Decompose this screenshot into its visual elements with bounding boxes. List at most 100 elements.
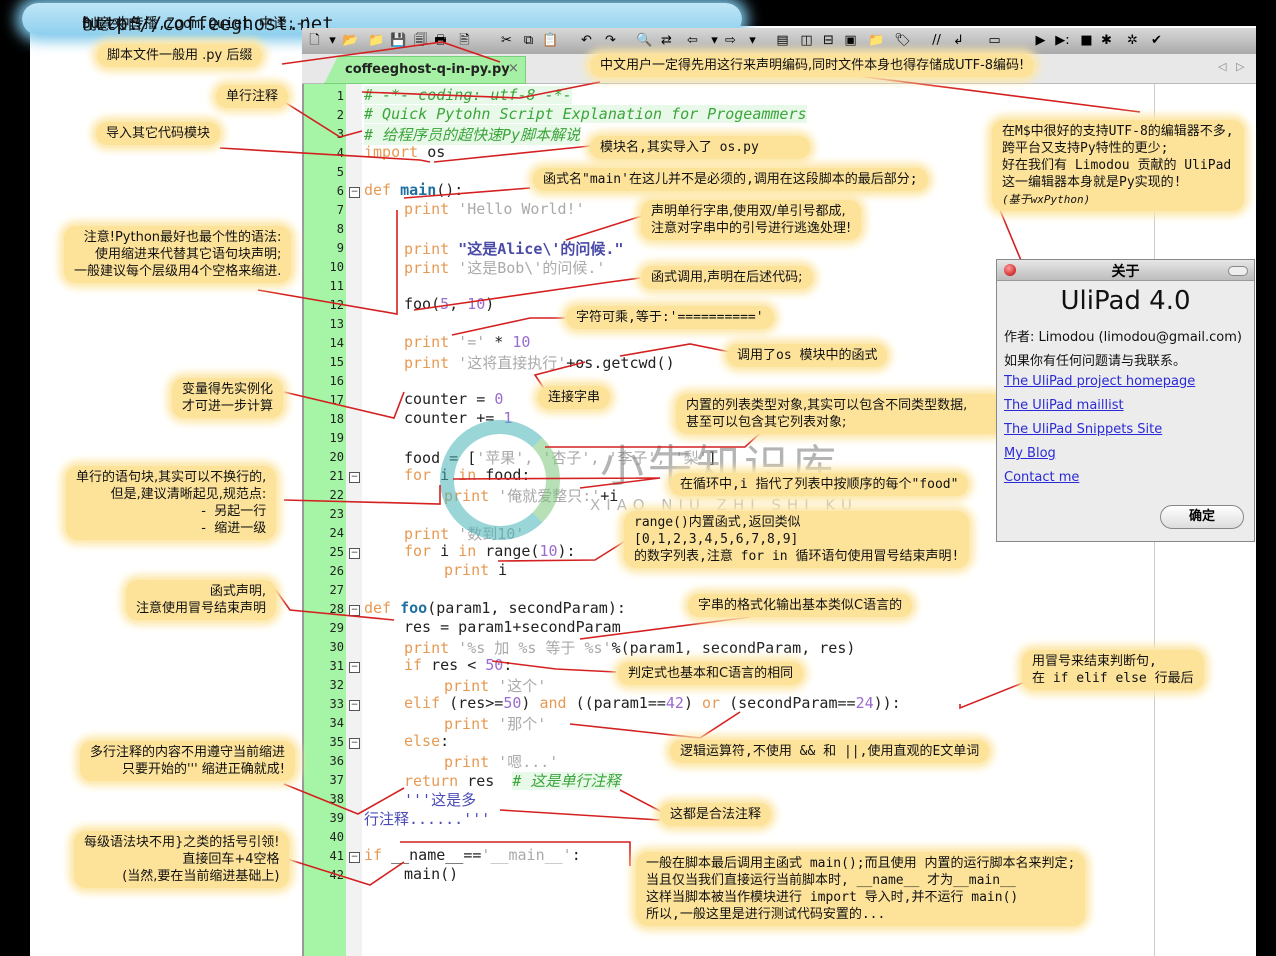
- dropdown-arrow-icon[interactable]: ▾: [706, 32, 723, 49]
- line-number: 8: [336, 222, 344, 236]
- code-line-12: foo(5, 10): [404, 295, 495, 313]
- tab-prev-icon[interactable]: ◁: [1218, 60, 1226, 73]
- properties-icon[interactable]: ▤: [774, 32, 791, 49]
- code-line-28: def foo(param1, secondParam):: [364, 599, 626, 617]
- new-file-icon[interactable]: 🗋: [306, 32, 323, 49]
- open-folder-icon[interactable]: 📂: [342, 32, 359, 49]
- code-line-6: def main():: [364, 181, 464, 199]
- tab-label: coffeeghost-q-in-py.py: [345, 62, 510, 77]
- link-maillist[interactable]: The UliPad maillist: [1004, 398, 1124, 413]
- line-number: 32: [329, 678, 344, 692]
- dropdown-arrow-icon[interactable]: ▾: [324, 32, 341, 49]
- code-line-14: print '=' * 10: [404, 333, 531, 351]
- note-suffix: 脚本文件一般用 .py 后缀: [97, 44, 263, 67]
- check-icon[interactable]: ✔: [1148, 32, 1165, 49]
- credit-suffix: Buzz中传播,Zoom.Quiet 中译;-): [82, 16, 313, 32]
- copy-icon[interactable]: ⧉: [520, 32, 537, 49]
- folder-icon[interactable]: 📁: [868, 32, 885, 49]
- line-number: 37: [329, 773, 344, 787]
- note-variables: 变量得先实例化 才可进一步计算: [172, 378, 284, 418]
- print-icon[interactable]: 🖶: [432, 32, 449, 49]
- code-line-15: print '这将直接执行'+os.getcwd(): [404, 354, 675, 372]
- line-number: 1: [336, 89, 344, 103]
- code-line-20: food = ['苹果', '杏子', '李子', '梨']: [404, 449, 717, 467]
- note-format: 字串的格式化输出基本类似C语言的: [688, 594, 913, 617]
- fold-toggle-icon[interactable]: −: [349, 548, 360, 559]
- save-all-icon[interactable]: 🗐: [412, 32, 429, 49]
- code-line-39: 行注释......''': [364, 810, 491, 828]
- note-main-name: 函式名"main'在这儿并不是必须的,调用在这段脚本的最后部分;: [533, 168, 928, 191]
- line-number: 24: [329, 526, 344, 540]
- note-single-comment: 单行注释: [216, 85, 289, 108]
- ok-button[interactable]: 确定: [1160, 505, 1244, 529]
- about-contact-prompt: 如果你有任何问题请与我联系。: [1004, 354, 1187, 369]
- print-preview-icon[interactable]: 🖹: [456, 32, 473, 49]
- code-line-9: print "这是Alice\'的问候.": [404, 240, 624, 258]
- fold-toggle-icon[interactable]: −: [349, 187, 360, 198]
- line-number: 36: [329, 754, 344, 768]
- tab-next-icon[interactable]: ▷: [1236, 60, 1244, 73]
- split-horizontal-icon[interactable]: ⊟: [820, 32, 837, 49]
- note-logic: 逻辑运算符,不使用 && 和 ||,使用直观的E文单词: [670, 740, 990, 763]
- collapse-window-icon[interactable]: [1228, 266, 1248, 276]
- window-icon[interactable]: ▭: [986, 32, 1003, 49]
- about-app-name: UliPad 4.0: [1060, 286, 1191, 316]
- line-number: 3: [336, 127, 344, 141]
- back-icon[interactable]: ⇦: [684, 32, 701, 49]
- tab-file[interactable]: coffeeghost-q-in-py.py ×: [324, 56, 526, 84]
- line-number: 31: [329, 659, 344, 673]
- replace-icon[interactable]: ⇄: [658, 32, 675, 49]
- run-args-icon[interactable]: ▶:: [1054, 32, 1071, 49]
- find-icon[interactable]: 🔍: [636, 32, 653, 49]
- tag-icon[interactable]: 🏷: [894, 32, 911, 49]
- stop-icon[interactable]: ■: [1078, 32, 1095, 49]
- dropdown-arrow-icon[interactable]: ▾: [744, 32, 761, 49]
- code-line-17: counter = 0: [404, 390, 504, 408]
- code-line-22: print '俺就爱整只:'+i: [444, 487, 619, 505]
- redo-icon[interactable]: ↷: [602, 32, 619, 49]
- save-icon[interactable]: 💾: [390, 32, 407, 49]
- open-file-icon[interactable]: 📁: [368, 32, 385, 49]
- note-func-call: 函式调用,声明在后述代码;: [641, 266, 813, 289]
- debug-icon[interactable]: ✲: [1124, 32, 1141, 49]
- code-line-1: # -*- coding: utf-8 -*-: [364, 86, 572, 104]
- note-indent: 注意!Python最好也最个性的语法: 使用缩进来代替其它语句块声明; 一般建议…: [64, 226, 292, 283]
- line-number: 23: [329, 507, 344, 521]
- line-number: 6: [336, 184, 344, 198]
- fold-margin: [346, 84, 362, 956]
- shell-icon[interactable]: ▣: [842, 32, 859, 49]
- fold-toggle-icon[interactable]: −: [349, 472, 360, 483]
- note-encoding: 中文用户一定得先用这行来声明编码,同时文件本身也得存储成UTF-8编码!: [590, 54, 1035, 77]
- undo-icon[interactable]: ↶: [578, 32, 595, 49]
- tab-close-icon[interactable]: ×: [508, 61, 519, 76]
- fold-toggle-icon[interactable]: −: [349, 605, 360, 616]
- paste-icon[interactable]: 📋: [542, 32, 559, 49]
- fold-toggle-icon[interactable]: −: [349, 738, 360, 749]
- code-line-25: for i in range(10):: [404, 542, 576, 560]
- forward-icon[interactable]: ⇨: [722, 32, 739, 49]
- line-number: 14: [329, 336, 344, 350]
- bug-icon[interactable]: ✱: [1098, 32, 1115, 49]
- link-snippets-site[interactable]: The UliPad Snippets Site: [1004, 422, 1162, 437]
- split-vertical-icon[interactable]: ◫: [798, 32, 815, 49]
- note-func-decl: 函式声明, 注意使用冒号结束声明: [126, 580, 277, 620]
- uncomment-icon[interactable]: ↲: [950, 32, 967, 49]
- run-icon[interactable]: ▶: [1032, 32, 1049, 49]
- fold-toggle-icon[interactable]: −: [349, 662, 360, 673]
- link-project-homepage[interactable]: The UliPad project homepage: [1004, 374, 1195, 389]
- code-line-7: print 'Hello World!': [404, 200, 585, 218]
- fold-toggle-icon[interactable]: −: [349, 700, 360, 711]
- cut-icon[interactable]: ✂: [498, 32, 515, 49]
- link-my-blog[interactable]: My Blog: [1004, 446, 1056, 461]
- about-titlebar[interactable]: 关于: [997, 260, 1254, 281]
- note-string-quotes: 声明单行字串,使用双/单引号都成, 注意对字串中的引号进行逃逸处理!: [641, 200, 862, 240]
- note-str-multiply: 字符可乘,等于:'==========': [566, 306, 774, 329]
- line-number: 11: [329, 279, 344, 293]
- code-line-2: # Quick Pytohn Script Explanation for Pr…: [364, 105, 807, 123]
- line-number: 18: [329, 412, 344, 426]
- fold-toggle-icon[interactable]: −: [349, 852, 360, 863]
- code-line-31: if res < 50:: [404, 656, 513, 674]
- code-line-4: import os: [364, 143, 446, 161]
- link-contact-me[interactable]: Contact me: [1004, 470, 1079, 485]
- comment-icon[interactable]: //: [928, 32, 945, 49]
